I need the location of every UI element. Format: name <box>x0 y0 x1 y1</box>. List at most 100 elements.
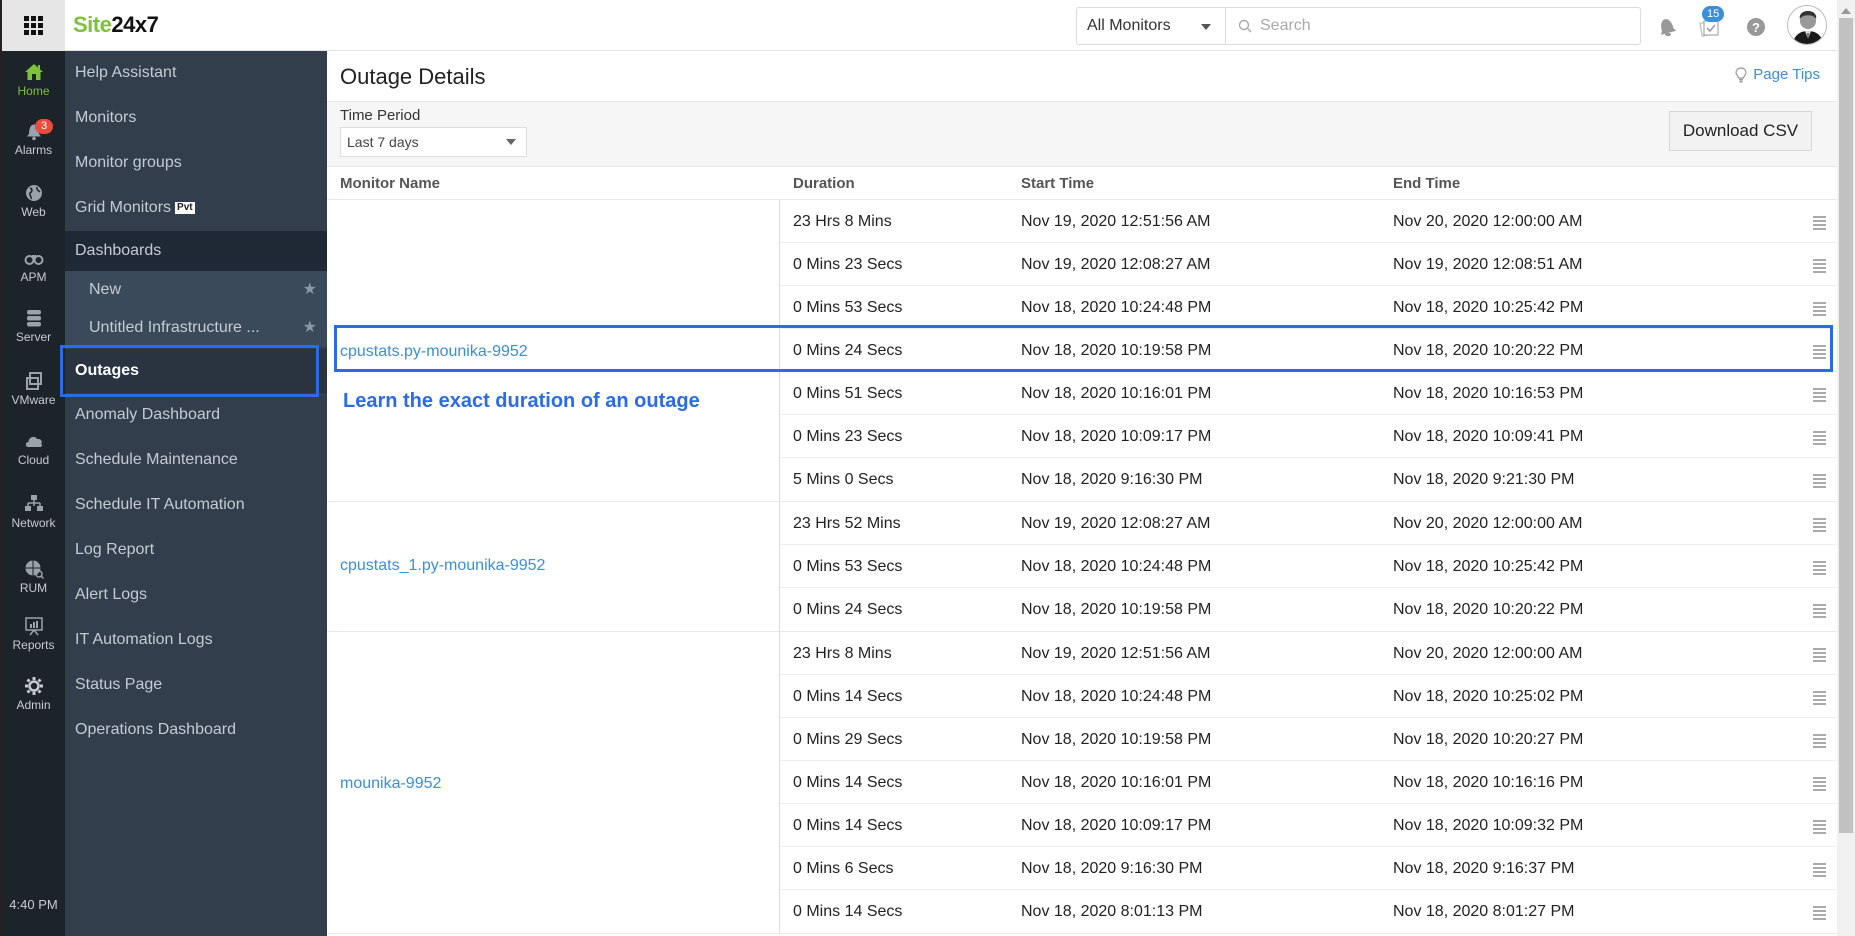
row-menu-icon[interactable] <box>1813 820 1826 836</box>
rail-item-apm[interactable]: APM <box>2 248 65 284</box>
start-time-cell: Nov 19, 2020 12:51:56 AM <box>1021 645 1211 662</box>
sidebar-item-grid-monitors[interactable]: Grid Monitors Pvt <box>65 188 327 228</box>
rail-item-reports[interactable]: Reports <box>2 616 65 652</box>
row-menu-icon[interactable] <box>1813 648 1826 664</box>
globe-icon <box>25 185 42 201</box>
logo-text-dark: 24x7 <box>111 12 159 37</box>
row-menu-icon[interactable] <box>1813 734 1826 750</box>
sidebar-item-alert-logs[interactable]: Alert Logs <box>65 575 327 615</box>
rail-item-rum[interactable]: RUM <box>2 559 65 595</box>
scrollbar-thumb[interactable] <box>1839 18 1853 833</box>
rail-item-server[interactable]: Server <box>2 308 65 344</box>
row-menu-icon[interactable] <box>1813 691 1826 707</box>
table-row[interactable]: 0 Mins 53 Secs Nov 18, 2020 10:24:48 PM No… <box>780 545 1837 588</box>
column-header-start-time[interactable]: Start Time <box>1021 167 1094 200</box>
rail-label: Cloud <box>17 453 50 467</box>
table-row[interactable]: 23 Hrs 52 Mins Nov 19, 2020 12:08:27 AM No… <box>780 502 1837 545</box>
duration-cell: 0 Mins 14 Secs <box>793 903 903 920</box>
sidebar-subitem-new[interactable]: New ★ <box>65 271 327 309</box>
table-row[interactable]: 0 Mins 14 Secs Nov 18, 2020 10:09:17 PM No… <box>780 804 1837 847</box>
user-avatar[interactable] <box>1787 5 1827 45</box>
rail-item-home[interactable]: Home <box>2 62 65 98</box>
row-menu-icon[interactable] <box>1813 604 1826 620</box>
row-menu-icon[interactable] <box>1813 345 1826 361</box>
table-body: cpustats.py-mounika-9952 23 Hrs 8 Mins Nov… <box>327 200 1837 934</box>
column-header-end-time[interactable]: End Time <box>1393 167 1460 200</box>
rail-item-cloud[interactable]: Cloud <box>2 431 65 467</box>
sidebar-item-monitor-groups[interactable]: Monitor groups <box>65 143 327 183</box>
sidebar-item-monitors[interactable]: Monitors <box>65 98 327 138</box>
sidebar-item-label: Grid Monitors <box>75 199 172 216</box>
search-input[interactable] <box>1260 17 1640 35</box>
table-row[interactable]: 0 Mins 23 Secs Nov 19, 2020 12:08:27 AM No… <box>780 243 1837 286</box>
sidebar-item-help-assistant[interactable]: Help Assistant <box>65 53 327 93</box>
table-row[interactable]: 0 Mins 14 Secs Nov 18, 2020 10:16:01 PM No… <box>780 761 1837 804</box>
scroll-up-arrow-icon[interactable] <box>1841 8 1851 14</box>
table-row[interactable]: 0 Mins 6 Secs Nov 18, 2020 9:16:30 PM Nov … <box>780 847 1837 890</box>
sidebar-item-dashboards[interactable]: Dashboards <box>65 231 327 271</box>
rail-item-alarms[interactable]: 3 Alarms <box>2 119 65 157</box>
table-row[interactable]: 0 Mins 53 Secs Nov 18, 2020 10:24:48 PM No… <box>780 286 1837 329</box>
start-time-cell: Nov 18, 2020 10:09:17 PM <box>1021 817 1212 834</box>
rail-item-network[interactable]: Network <box>2 494 65 530</box>
sidebar-item-status-page[interactable]: Status Page <box>65 665 327 705</box>
sidebar-item-schedule-it-automation[interactable]: Schedule IT Automation <box>65 485 327 525</box>
column-header-monitor-name[interactable]: Monitor Name <box>340 167 440 200</box>
row-menu-icon[interactable] <box>1813 863 1826 879</box>
sidebar-item-it-automation-logs[interactable]: IT Automation Logs <box>65 620 327 660</box>
row-menu-icon[interactable] <box>1813 259 1826 275</box>
sidebar-item-label: Anomaly Dashboard <box>75 406 220 423</box>
rail-item-vmware[interactable]: VMware <box>2 371 65 407</box>
rail-item-web[interactable]: Web <box>2 183 65 219</box>
gear-icon <box>24 677 43 695</box>
app-switcher-button[interactable] <box>0 0 65 51</box>
table-row[interactable]: 0 Mins 24 Secs Nov 18, 2020 10:19:58 PM No… <box>780 329 1837 372</box>
vertical-scrollbar[interactable] <box>1837 0 1855 936</box>
star-icon[interactable]: ★ <box>303 271 317 309</box>
row-menu-icon[interactable] <box>1813 388 1826 404</box>
start-time-cell: Nov 19, 2020 12:51:56 AM <box>1021 213 1211 230</box>
duration-cell: 0 Mins 24 Secs <box>793 601 903 618</box>
sidebar-item-operations-dashboard[interactable]: Operations Dashboard <box>65 710 327 750</box>
monitor-name-link[interactable]: mounika-9952 <box>340 775 441 793</box>
monitor-type-dropdown[interactable]: All Monitors <box>1077 8 1226 44</box>
row-menu-icon[interactable] <box>1813 216 1826 232</box>
monitor-name-link[interactable]: cpustats_1.py-mounika-9952 <box>340 557 545 575</box>
table-row[interactable]: 0 Mins 29 Secs Nov 18, 2020 10:19:58 PM No… <box>780 718 1837 761</box>
sidebar-item-anomaly-dashboard[interactable]: Anomaly Dashboard <box>65 395 327 435</box>
site24x7-logo[interactable]: Site24x7 <box>73 12 159 38</box>
time-period-dropdown[interactable]: Last 7 days <box>340 127 527 157</box>
table-row[interactable]: 0 Mins 24 Secs Nov 18, 2020 10:19:58 PM No… <box>780 588 1837 631</box>
monitor-name-link[interactable]: cpustats.py-mounika-9952 <box>340 343 528 361</box>
download-csv-button[interactable]: Download CSV <box>1669 111 1812 151</box>
rail-item-admin[interactable]: Admin <box>2 676 65 712</box>
reports-icon <box>24 617 43 636</box>
page-tips-link[interactable]: Page Tips <box>1735 66 1820 83</box>
row-menu-icon[interactable] <box>1813 561 1826 577</box>
row-menu-icon[interactable] <box>1813 431 1826 447</box>
table-row[interactable]: 23 Hrs 8 Mins Nov 19, 2020 12:51:56 AM Nov… <box>780 632 1837 675</box>
monitor-group: cpustats_1.py-mounika-9952 23 Hrs 52 Mins… <box>327 502 1837 632</box>
row-menu-icon[interactable] <box>1813 906 1826 922</box>
row-menu-icon[interactable] <box>1813 518 1826 534</box>
sidebar-subitem-untitled-infrastructure[interactable]: Untitled Infrastructure ... ★ <box>65 309 327 347</box>
sidebar-item-schedule-maintenance[interactable]: Schedule Maintenance <box>65 440 327 480</box>
table-row[interactable]: 0 Mins 14 Secs Nov 18, 2020 8:01:13 PM Nov… <box>780 890 1837 933</box>
star-icon[interactable]: ★ <box>303 309 317 347</box>
sidebar-item-label: Operations Dashboard <box>75 721 236 738</box>
row-menu-icon[interactable] <box>1813 474 1826 490</box>
table-row[interactable]: 23 Hrs 8 Mins Nov 19, 2020 12:51:56 AM Nov… <box>780 200 1837 243</box>
duration-cell: 0 Mins 29 Secs <box>793 731 903 748</box>
start-time-cell: Nov 18, 2020 10:16:01 PM <box>1021 385 1212 402</box>
duration-cell: 0 Mins 14 Secs <box>793 688 903 705</box>
row-menu-icon[interactable] <box>1813 302 1826 318</box>
table-row[interactable]: 0 Mins 14 Secs Nov 18, 2020 10:24:48 PM No… <box>780 675 1837 718</box>
table-row[interactable]: 0 Mins 51 Secs Nov 18, 2020 10:16:01 PM No… <box>780 372 1837 415</box>
bell-icon[interactable] <box>1657 16 1677 38</box>
help-icon[interactable]: ? <box>1746 17 1766 37</box>
table-row[interactable]: 5 Mins 0 Secs Nov 18, 2020 9:16:30 PM Nov … <box>780 458 1837 501</box>
column-header-duration[interactable]: Duration <box>793 167 855 200</box>
sidebar-item-log-report[interactable]: Log Report <box>65 530 327 570</box>
table-row[interactable]: 0 Mins 23 Secs Nov 18, 2020 10:09:17 PM No… <box>780 415 1837 458</box>
row-menu-icon[interactable] <box>1813 777 1826 793</box>
